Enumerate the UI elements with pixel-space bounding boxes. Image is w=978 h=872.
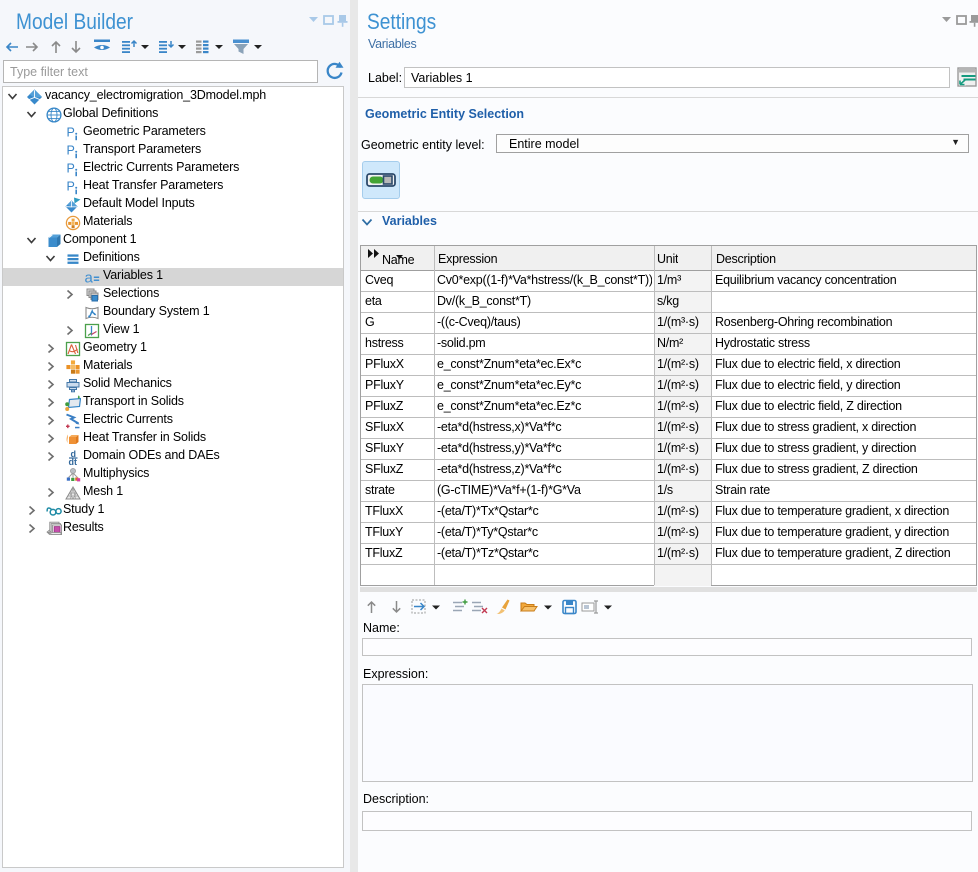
svg-text:dt: dt (69, 457, 78, 465)
svg-text:P: P (67, 144, 75, 158)
svg-text:P: P (67, 162, 75, 176)
svg-text:P: P (67, 180, 75, 194)
svg-text:P: P (67, 126, 75, 140)
svg-text:a: a (85, 270, 94, 286)
